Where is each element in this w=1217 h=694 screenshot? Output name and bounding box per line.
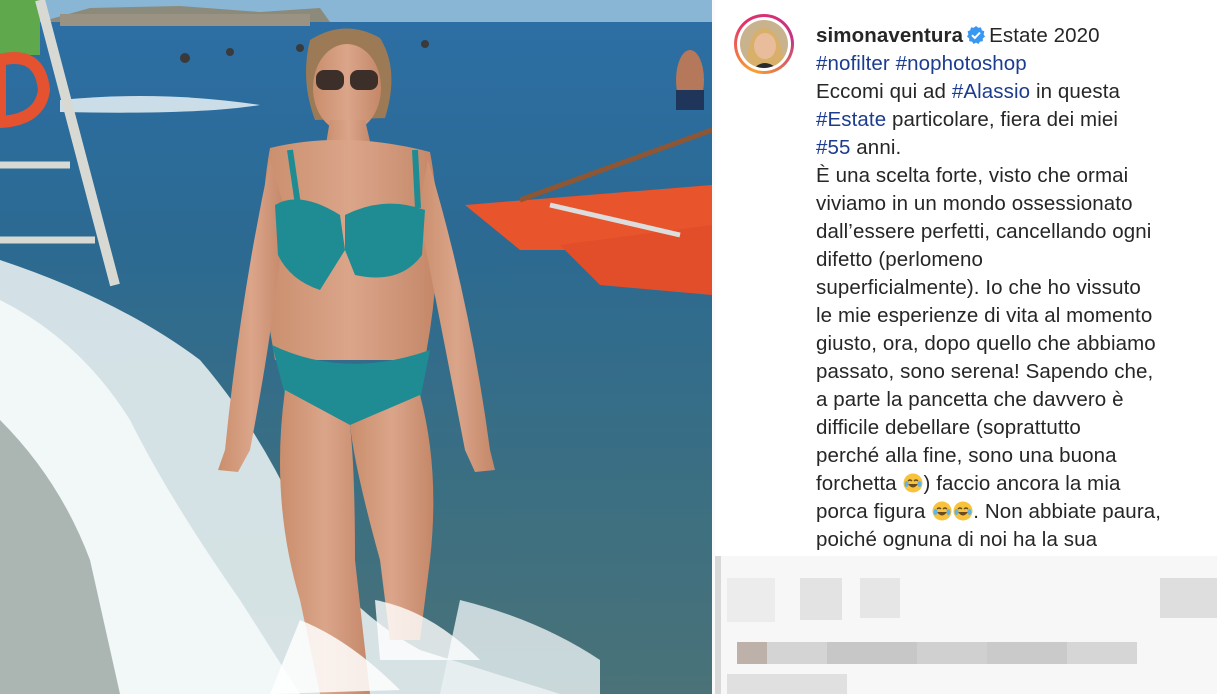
caption-text: in questa — [1030, 80, 1121, 103]
caption-text: porca figura — [816, 500, 932, 523]
caption-line: È una scelta forte, visto che ormai — [816, 164, 1129, 187]
face-with-tears-of-joy-icon — [903, 473, 923, 493]
avatar-photo — [740, 20, 788, 68]
pixelated-comments — [715, 556, 1217, 694]
hashtag-link[interactable]: #nofilter — [816, 52, 890, 75]
caption-line: viviamo in un mondo ossessionato — [816, 192, 1133, 215]
caption-text: forchetta — [816, 472, 903, 495]
caption-line: difficile debellare (soprattutto — [816, 416, 1081, 439]
caption-text: particolare, fiera dei miei — [886, 108, 1119, 131]
caption-line: passato, sono serena! Sapendo che, — [816, 360, 1154, 383]
caption-text: . Non abbiate paura, — [973, 500, 1162, 523]
hashtag-link[interactable]: #Estate — [816, 108, 886, 131]
caption-line: a parte la pancetta che davvero è — [816, 388, 1124, 411]
caption-title: Estate 2020 — [989, 24, 1100, 47]
caption-line: perché alla fine, sono una buona — [816, 444, 1117, 467]
caption-line: le mie esperienze di vita al momento — [816, 304, 1153, 327]
username-link[interactable]: simonaventura — [816, 24, 963, 47]
caption-text: ) faccio ancora la mia — [923, 472, 1121, 495]
caption-text: Eccomi qui ad — [816, 80, 952, 103]
avatar[interactable] — [734, 14, 794, 74]
caption-line: giusto, ora, dopo quello che abbiamo — [816, 332, 1156, 355]
caption-line: difetto (perlomeno — [816, 248, 984, 271]
caption-line: dall’essere perfetti, cancellando ogni — [816, 220, 1152, 243]
hashtag-link[interactable]: #55 — [816, 136, 851, 159]
hashtag-link[interactable]: #Alassio — [952, 80, 1030, 103]
face-with-tears-of-joy-icon — [953, 501, 973, 521]
hashtag-link[interactable]: #nophotoshop — [896, 52, 1027, 75]
post-caption: simonaventura Estate 2020 #nofilter #noph… — [816, 22, 1206, 554]
caption-line: poiché ognuna di noi ha la sua — [816, 528, 1098, 551]
face-with-tears-of-joy-icon — [932, 501, 952, 521]
verified-badge-icon — [967, 24, 986, 44]
post-photo — [0, 0, 712, 694]
caption-text: anni. — [850, 136, 902, 159]
caption-line: superficialmente). Io che ho vissuto — [816, 276, 1141, 299]
